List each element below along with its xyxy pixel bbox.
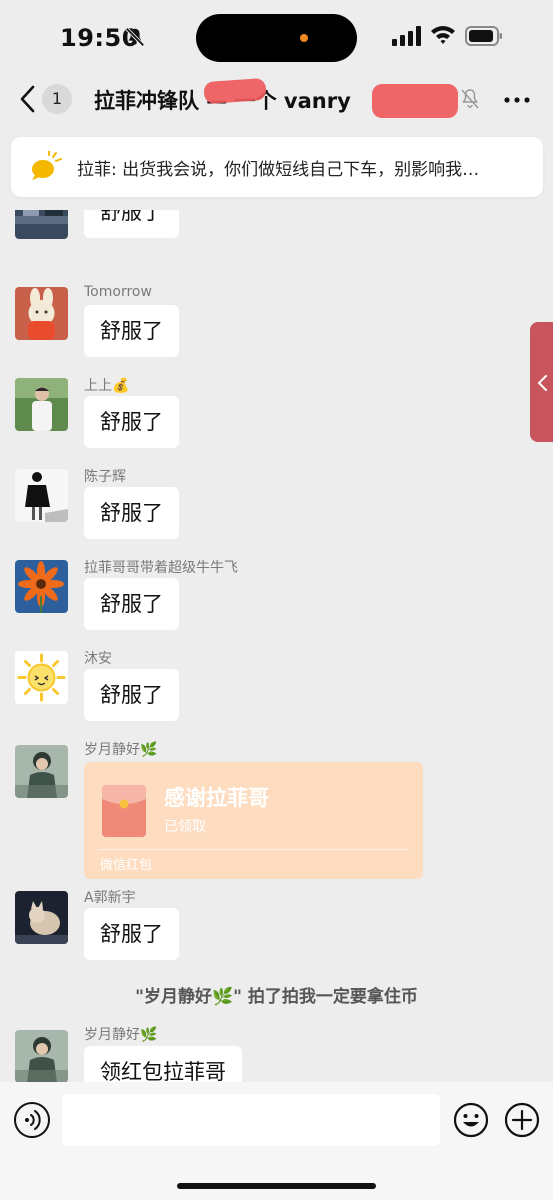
- sender-name: 岁月静好🌿: [84, 742, 158, 758]
- emoji-icon: [453, 1102, 489, 1138]
- chat-screen: 19:50 1 拉菲冲锋队 一个 vanry 拉菲: 出货我会说，你们做短线自己…: [0, 0, 553, 1200]
- message-bubble[interactable]: 舒服了: [84, 487, 179, 539]
- home-indicator: [177, 1183, 376, 1189]
- plus-button[interactable]: [504, 1102, 540, 1138]
- mute-icon: [461, 89, 479, 109]
- message-bubble[interactable]: 舒服了: [84, 210, 179, 238]
- pinned-message-text: 拉菲: 出货我会说，你们做短线自己下车，别影响我…: [77, 160, 480, 180]
- red-packet-card[interactable]: 感谢拉菲哥 已领取 微信红包: [84, 762, 423, 879]
- avatar[interactable]: [15, 469, 68, 522]
- wifi-icon: [431, 26, 455, 44]
- message-input[interactable]: [62, 1094, 440, 1146]
- message-list[interactable]: 舒服了 Tomorrow 舒服了 上上💰 舒服了 陈子辉 舒服了 拉菲哥哥带着超…: [0, 210, 553, 1082]
- red-envelope-icon: [102, 785, 146, 837]
- sender-name: 上上💰: [84, 378, 130, 394]
- red-packet-footer: 微信红包: [100, 858, 153, 873]
- message-bubble[interactable]: 领红包拉菲哥: [84, 1046, 242, 1082]
- avatar[interactable]: [15, 560, 68, 613]
- pat-notification: "岁月静好🌿" 拍了拍我一定要拿住币: [135, 987, 418, 1007]
- sender-name: 拉菲哥哥带着超级牛牛飞: [84, 560, 238, 576]
- avatar[interactable]: [15, 287, 68, 340]
- voice-button[interactable]: [14, 1102, 50, 1138]
- avatar[interactable]: [15, 651, 68, 704]
- sender-name: 陈子辉: [84, 469, 126, 485]
- voice-icon: [25, 1110, 41, 1130]
- red-packet-divider: [98, 849, 409, 850]
- back-icon[interactable]: [18, 84, 38, 114]
- red-packet-status: 已领取: [164, 819, 206, 835]
- signal-icon: [392, 26, 421, 46]
- message-bubble[interactable]: 舒服了: [84, 669, 179, 721]
- battery-icon: [465, 26, 502, 46]
- avatar[interactable]: [15, 210, 68, 239]
- avatar[interactable]: [15, 891, 68, 944]
- more-icon[interactable]: [504, 97, 530, 103]
- sender-name: Tomorrow: [84, 284, 152, 300]
- redaction-mark: [372, 84, 458, 118]
- plus-icon: [504, 1102, 540, 1138]
- emoji-button[interactable]: [453, 1102, 489, 1138]
- avatar[interactable]: [15, 745, 68, 798]
- pinned-announcement[interactable]: 拉菲: 出货我会说，你们做短线自己下车，别影响我…: [11, 137, 543, 197]
- speech-bubble-icon: [32, 151, 62, 180]
- avatar[interactable]: [15, 1030, 68, 1082]
- redaction-mark: [203, 77, 267, 105]
- unread-count-badge[interactable]: 1: [42, 84, 72, 114]
- bell-off-icon: [125, 27, 145, 47]
- chevron-left-icon: [538, 375, 547, 391]
- input-bar: [0, 1082, 553, 1200]
- message-bubble[interactable]: 舒服了: [84, 578, 179, 630]
- sender-name: 岁月静好🌿: [84, 1027, 158, 1043]
- status-bar: 19:50: [0, 0, 553, 72]
- sender-name: A郭新宇: [84, 890, 136, 906]
- island-indicator-dot: [300, 34, 308, 42]
- red-packet-title: 感谢拉菲哥: [164, 786, 269, 810]
- message-bubble[interactable]: 舒服了: [84, 396, 179, 448]
- message-bubble[interactable]: 舒服了: [84, 305, 179, 357]
- sender-name: 沐安: [84, 651, 112, 667]
- dynamic-island: [196, 14, 357, 62]
- chat-header: 1 拉菲冲锋队 — 一个 vanry: [0, 72, 553, 128]
- floating-side-handle[interactable]: [530, 322, 553, 442]
- message-bubble[interactable]: 舒服了: [84, 908, 179, 960]
- avatar[interactable]: [15, 378, 68, 431]
